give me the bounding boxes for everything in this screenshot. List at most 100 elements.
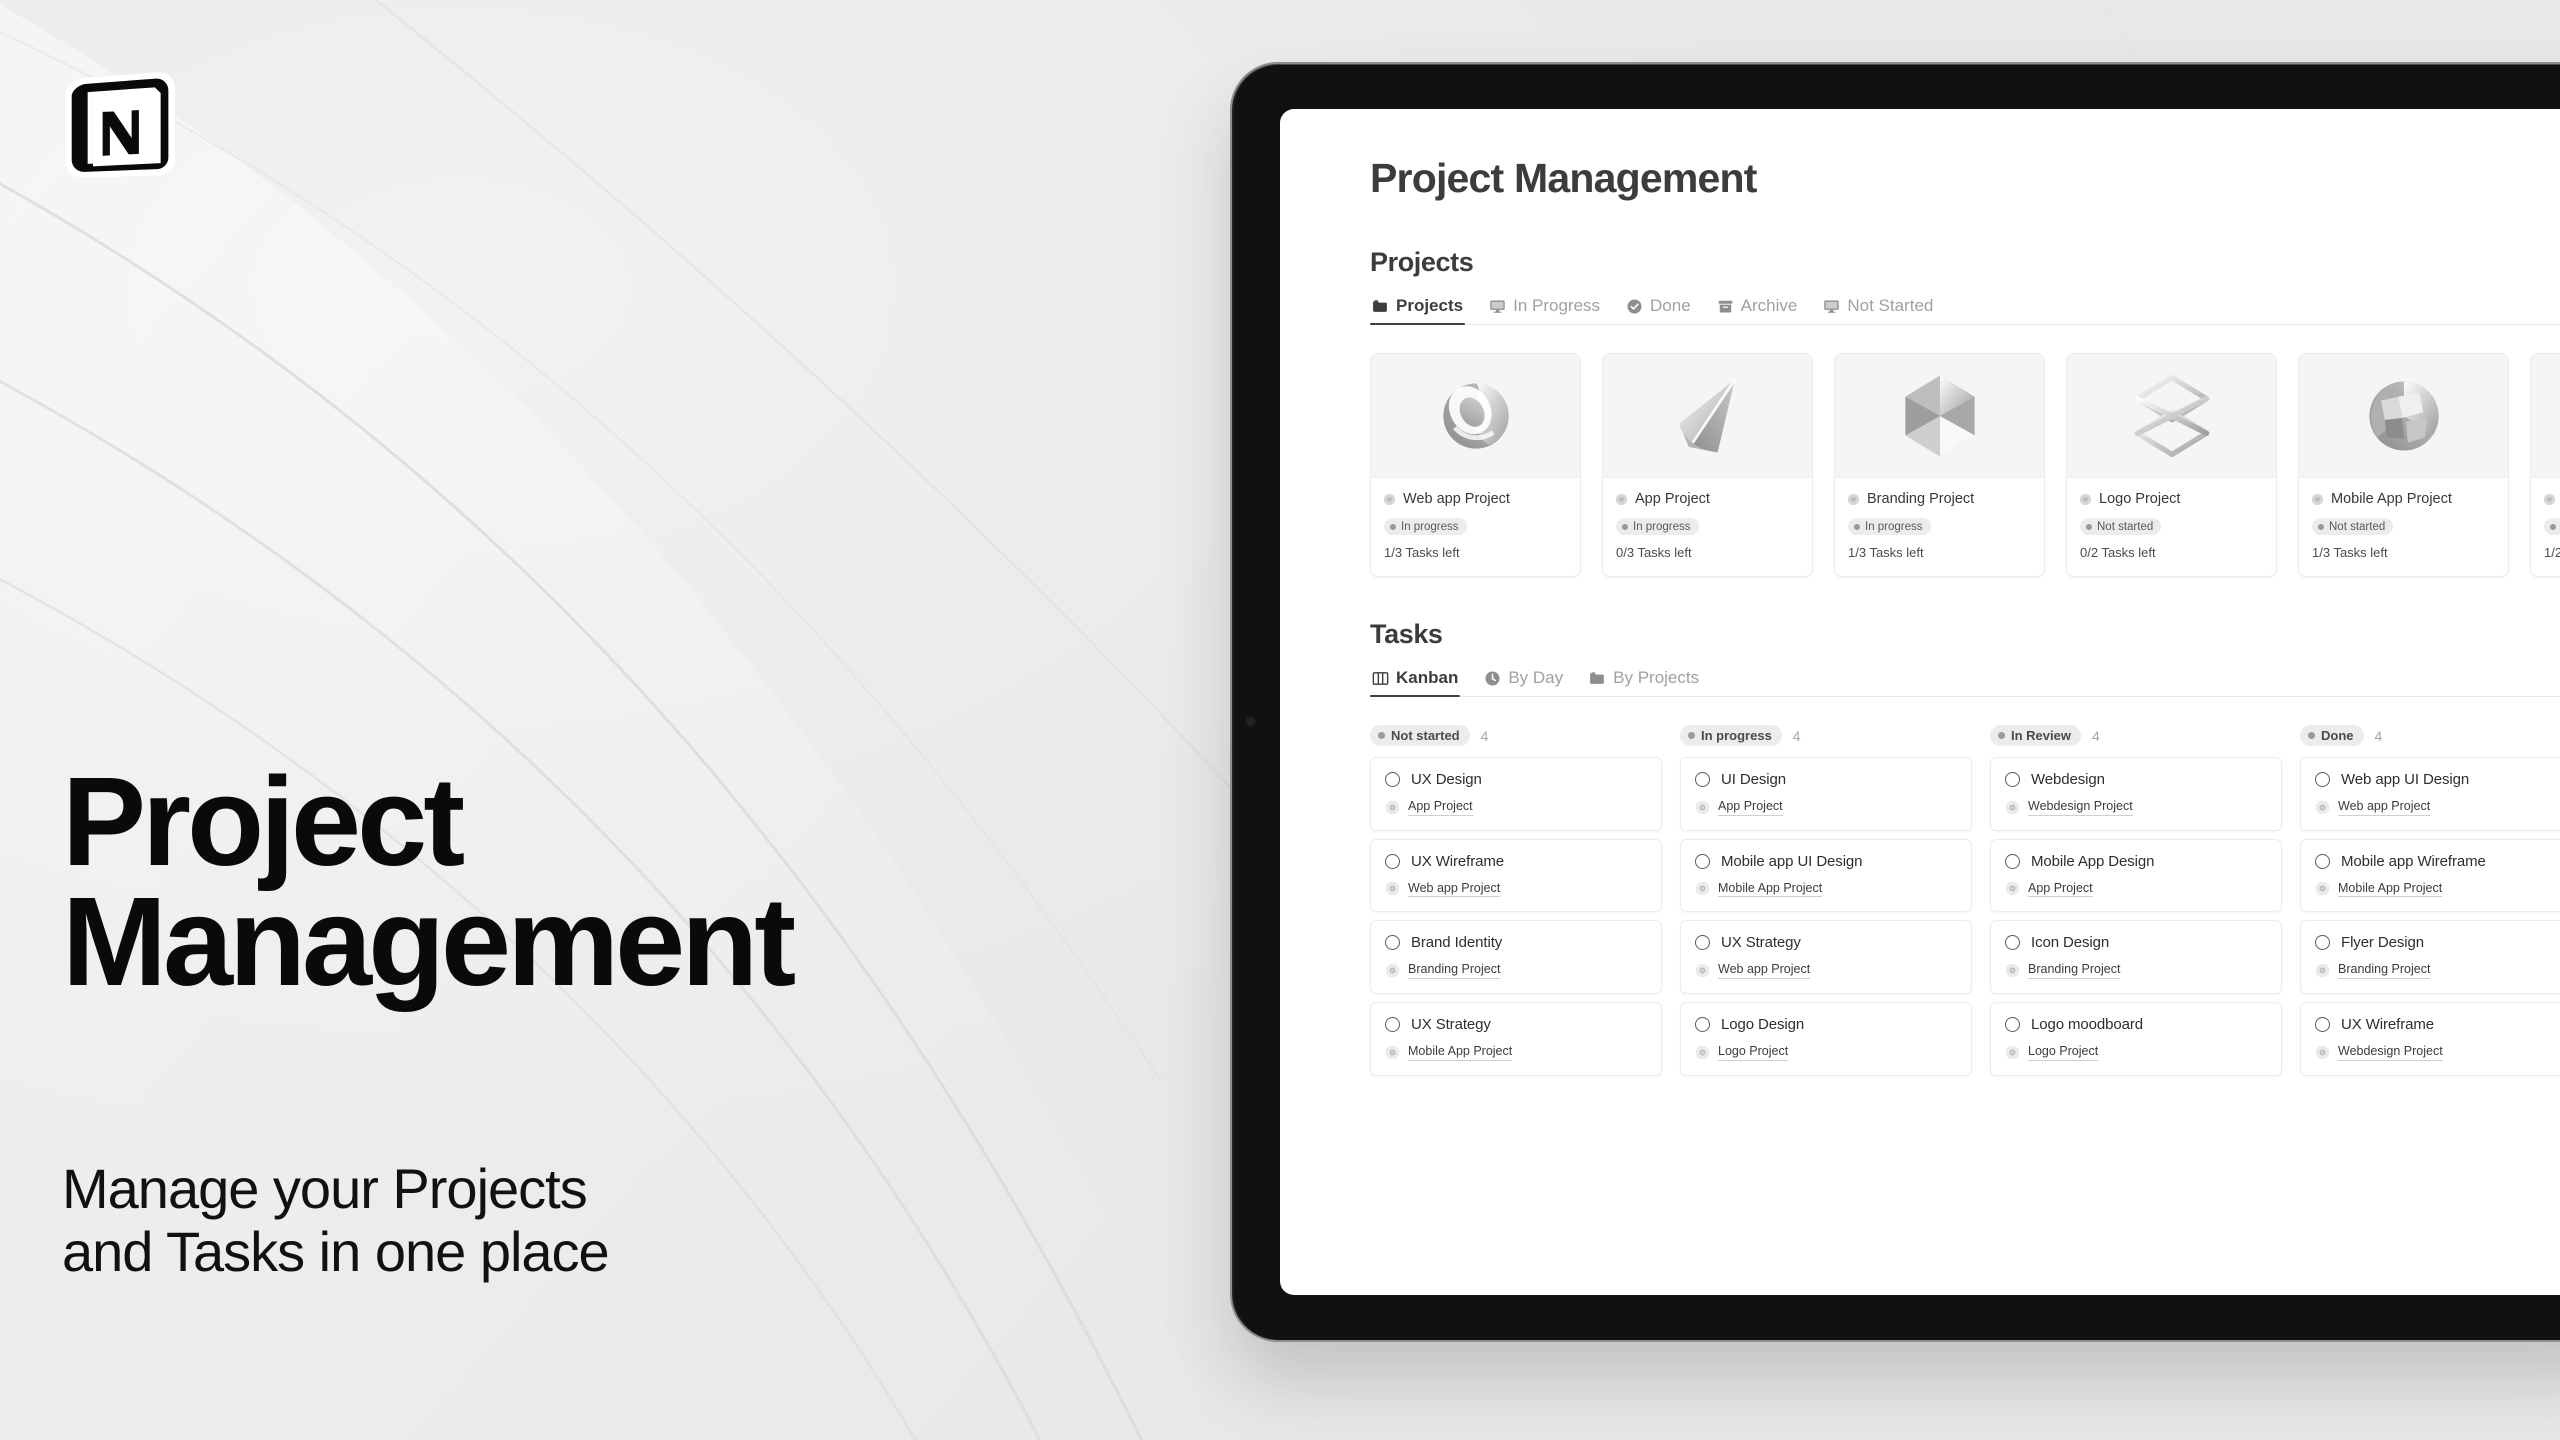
kanban-board: Not started 4 UX Design App Project UX W…	[1370, 725, 2560, 1084]
task-checkbox[interactable]	[1695, 772, 1710, 787]
task-card[interactable]: Icon Design Branding Project	[1990, 920, 2282, 994]
project-card[interactable]: Web app Project In progress 1/3 Tasks le…	[1370, 353, 1581, 577]
task-project-link[interactable]: Mobile App Project	[2338, 881, 2443, 898]
projects-card-row: Web app Project In progress 1/3 Tasks le…	[1370, 353, 2560, 577]
project-cover-image	[1835, 354, 2044, 478]
status-dot-icon	[1390, 523, 1396, 530]
check-badge-icon	[1626, 298, 1643, 315]
tab-projects-not-started[interactable]: Not Started	[1821, 296, 1935, 325]
project-page-icon	[2006, 1045, 2019, 1059]
project-page-icon	[2006, 800, 2019, 814]
task-project-link[interactable]: Web app Project	[1718, 962, 1811, 979]
project-page-icon	[2316, 964, 2329, 978]
project-card[interactable]: Branding Project In progress 1/3 Tasks l…	[1834, 353, 2045, 577]
tab-label: Kanban	[1396, 668, 1459, 687]
task-checkbox[interactable]	[1385, 935, 1400, 951]
task-card[interactable]: Mobile App Design App Project	[1990, 838, 2282, 913]
status-dot-icon	[1378, 732, 1385, 739]
task-checkbox[interactable]	[2005, 1016, 2020, 1032]
task-checkbox[interactable]	[2315, 935, 2330, 951]
task-project-link[interactable]: Webdesign Project	[2028, 799, 2133, 816]
tab-label: In Progress	[1513, 296, 1601, 315]
task-card[interactable]: Flyer Design Branding Project	[2300, 920, 2560, 994]
task-checkbox[interactable]	[2005, 772, 2020, 787]
project-name: Web app Project	[1403, 491, 1510, 507]
status-label: In Review	[2011, 728, 2071, 743]
task-card[interactable]: UX Design App Project	[1370, 757, 1662, 831]
monitor-icon	[1823, 298, 1840, 315]
task-checkbox[interactable]	[1695, 935, 1710, 951]
tab-projects-archive[interactable]: Archive	[1715, 296, 1800, 325]
status-dot-icon	[2318, 523, 2324, 530]
task-checkbox[interactable]	[1385, 772, 1400, 787]
tab-projects-projects[interactable]: Projects	[1370, 296, 1466, 325]
status-label: In progress	[1633, 520, 1691, 533]
task-card[interactable]: Logo moodboard Logo Project	[1990, 1001, 2282, 1076]
tasks-section-title: Tasks	[1370, 619, 1443, 649]
task-project-link[interactable]: Branding Project	[2338, 962, 2431, 979]
project-card[interactable]: Webdesign Project Done 1/2 Tasks left	[2530, 353, 2560, 577]
tab-projects-done[interactable]: Done	[1624, 296, 1693, 325]
task-checkbox[interactable]	[1385, 853, 1400, 869]
status-badge: In progress	[1680, 725, 1782, 746]
task-project-link[interactable]: Web app Project	[2338, 799, 2431, 816]
task-card[interactable]: UI Design App Project	[1680, 757, 1972, 831]
task-project-link[interactable]: Branding Project	[2028, 962, 2121, 979]
task-card[interactable]: Mobile app Wireframe Mobile App Project	[2300, 838, 2560, 913]
task-card[interactable]: Brand Identity Branding Project	[1370, 920, 1662, 994]
project-page-icon	[1696, 1045, 1709, 1059]
task-project-link[interactable]: Mobile App Project	[1718, 881, 1823, 898]
task-project-link[interactable]: Logo Project	[2028, 1044, 2099, 1061]
task-card[interactable]: UX Wireframe Web app Project	[1370, 838, 1662, 913]
task-checkbox[interactable]	[2005, 853, 2020, 869]
project-cover-image	[1371, 354, 1580, 478]
tab-tasks-by-projects[interactable]: By Projects	[1587, 668, 1701, 697]
task-card[interactable]: Web app UI Design Web app Project	[2300, 757, 2560, 831]
task-project-link[interactable]: Branding Project	[1408, 962, 1501, 979]
task-card[interactable]: UX Strategy Web app Project	[1680, 920, 1972, 994]
kanban-board-icon	[1372, 670, 1389, 687]
project-card[interactable]: Logo Project Not started 0/2 Tasks left	[2066, 353, 2277, 577]
project-card[interactable]: Mobile App Project Not started 1/3 Tasks…	[2298, 353, 2509, 577]
task-card[interactable]: UX Strategy Mobile App Project	[1370, 1001, 1662, 1076]
status-badge: Not started	[1370, 725, 1470, 746]
task-card[interactable]: Logo Design Logo Project	[1680, 1001, 1972, 1076]
tab-projects-in-progress[interactable]: In Progress	[1487, 296, 1602, 325]
task-checkbox[interactable]	[1385, 1016, 1400, 1032]
tab-tasks-by-day[interactable]: By Day	[1482, 668, 1565, 697]
task-checkbox[interactable]	[1695, 1016, 1710, 1032]
task-project-link[interactable]: App Project	[2028, 881, 2093, 898]
tab-tasks-kanban[interactable]: Kanban	[1370, 668, 1461, 697]
task-checkbox[interactable]	[2315, 853, 2330, 869]
task-card[interactable]: Mobile app UI Design Mobile App Project	[1680, 838, 1972, 913]
task-project-link[interactable]: Webdesign Project	[2338, 1044, 2443, 1061]
wireframe-cube-3d-icon	[2124, 368, 2220, 464]
task-checkbox[interactable]	[2315, 772, 2330, 787]
task-project-link[interactable]: App Project	[1718, 799, 1783, 816]
task-project-link[interactable]: Mobile App Project	[1408, 1044, 1513, 1061]
task-card[interactable]: UX Wireframe Webdesign Project	[2300, 1001, 2560, 1076]
page-headline: Project Management	[62, 751, 796, 1012]
status-label: Not started	[1391, 728, 1460, 743]
task-title: Logo Design	[1721, 1015, 1805, 1033]
task-project-link[interactable]: App Project	[1408, 799, 1473, 816]
task-checkbox[interactable]	[2315, 1016, 2330, 1032]
project-card[interactable]: App Project In progress 0/3 Tasks left	[1602, 353, 1813, 577]
task-checkbox[interactable]	[1695, 853, 1710, 869]
kanban-column: Not started 4 UX Design App Project UX W…	[1370, 725, 1662, 1084]
project-page-icon	[2312, 493, 2323, 505]
project-page-icon	[1696, 882, 1709, 896]
kanban-column-header: Not started 4	[1370, 725, 1662, 746]
status-badge: Done	[2544, 518, 2560, 535]
project-page-icon	[1696, 964, 1709, 978]
project-cover-image	[2531, 354, 2560, 478]
task-project-link[interactable]: Web app Project	[1408, 881, 1501, 898]
status-dot-icon	[1622, 523, 1628, 530]
task-title: Webdesign	[2031, 771, 2105, 788]
task-card[interactable]: Webdesign Webdesign Project	[1990, 757, 2282, 831]
task-checkbox[interactable]	[2005, 935, 2020, 951]
task-project-link[interactable]: Logo Project	[1718, 1044, 1789, 1061]
folder-icon	[1372, 298, 1389, 315]
project-page-icon	[1386, 964, 1399, 978]
status-label: In progress	[1865, 520, 1923, 533]
